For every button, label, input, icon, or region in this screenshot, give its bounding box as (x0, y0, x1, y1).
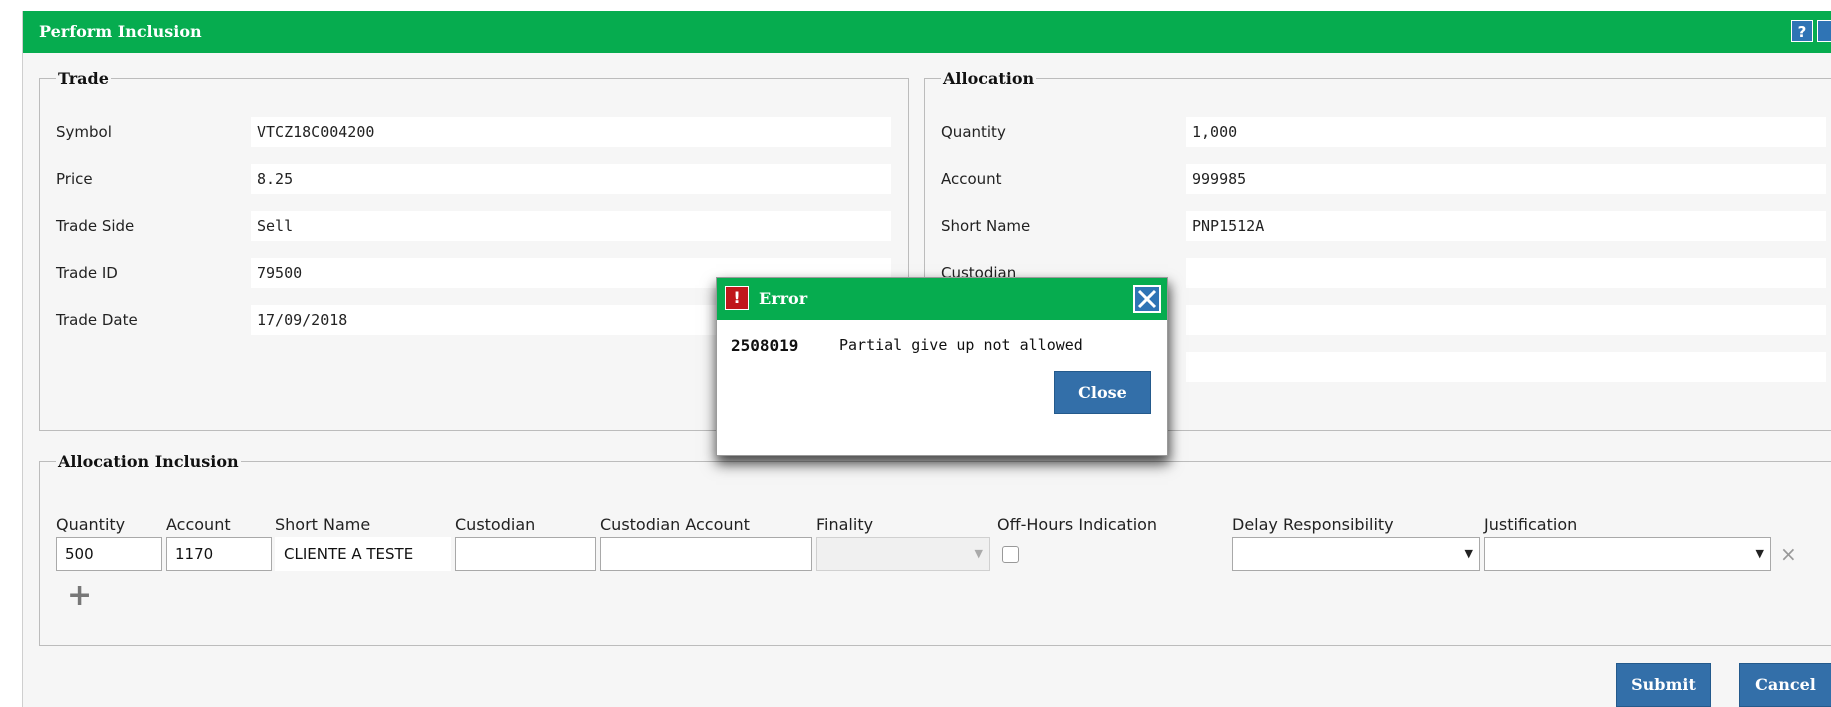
allocation-quantity-label: Quantity (941, 123, 1006, 141)
submit-button[interactable]: Submit (1616, 663, 1711, 707)
off-hours-checkbox[interactable] (1002, 546, 1019, 563)
trade-id-label: Trade ID (56, 264, 118, 282)
error-message: Partial give up not allowed (839, 336, 1083, 354)
error-dialog: ! Error 2508019 Partial give up not allo… (716, 277, 1168, 456)
plus-icon[interactable]: + (67, 581, 92, 611)
allocation-short-name-value: PNP1512A (1186, 211, 1826, 241)
col-delay-header: Delay Responsibility (1232, 515, 1394, 534)
window-close-icon[interactable] (1817, 20, 1831, 42)
quantity-input[interactable]: 500 (56, 537, 162, 571)
price-label: Price (56, 170, 93, 188)
error-close-button[interactable]: Close (1054, 371, 1151, 414)
allocation-inclusion-legend: Allocation Inclusion (58, 452, 239, 471)
col-custodian-header: Custodian (455, 515, 536, 534)
justification-select[interactable]: ▼ (1484, 537, 1771, 571)
col-account-header: Account (166, 515, 231, 534)
error-dialog-title-bar: ! Error (717, 278, 1167, 320)
error-code: 2508019 (731, 336, 799, 355)
allocation-short-name-label: Short Name (941, 217, 1031, 235)
error-icon: ! (725, 286, 749, 310)
close-icon[interactable] (1133, 285, 1161, 313)
col-short-name-header: Short Name (275, 515, 371, 534)
window-title: Perform Inclusion (39, 22, 202, 41)
allocation-account-label: Account (941, 170, 1002, 188)
col-quantity-header: Quantity (56, 515, 126, 534)
trade-side-label: Trade Side (56, 217, 135, 235)
cancel-button[interactable]: Cancel (1739, 663, 1831, 707)
short-name-value: CLIENTE A TESTE (275, 537, 451, 571)
help-icon[interactable]: ? (1791, 20, 1813, 42)
custodian-account-input[interactable] (600, 537, 812, 571)
custodian-input[interactable] (455, 537, 596, 571)
trade-legend: Trade (58, 69, 109, 88)
col-off-hours-header: Off-Hours Indication (997, 515, 1158, 534)
justification-chevron-down-icon: ▼ (1755, 547, 1764, 560)
price-value: 8.25 (251, 164, 891, 194)
allocation-row-6-value (1186, 352, 1826, 382)
window-title-bar: Perform Inclusion ? (23, 11, 1831, 53)
error-dialog-title: Error (759, 289, 808, 308)
symbol-label: Symbol (56, 123, 112, 141)
allocation-inclusion-panel: Allocation Inclusion Quantity Account Sh… (39, 452, 1831, 646)
allocation-legend: Allocation (943, 69, 1035, 88)
allocation-account-value: 999985 (1186, 164, 1826, 194)
remove-icon[interactable]: × (1780, 542, 1797, 566)
symbol-value: VTCZ18C004200 (251, 117, 891, 147)
delay-responsibility-select[interactable]: ▼ (1232, 537, 1480, 571)
trade-date-label: Trade Date (56, 311, 138, 329)
account-input[interactable]: 1170 (166, 537, 272, 571)
allocation-row-5-value (1186, 305, 1826, 335)
col-justification-header: Justification (1484, 515, 1578, 534)
col-custodian-account-header: Custodian Account (600, 515, 750, 534)
finality-select: ▼ (816, 537, 990, 571)
col-finality-header: Finality (816, 515, 874, 534)
allocation-quantity-value: 1,000 (1186, 117, 1826, 147)
trade-side-value: Sell (251, 211, 891, 241)
delay-chevron-down-icon: ▼ (1464, 547, 1473, 560)
finality-chevron-down-icon: ▼ (974, 547, 983, 560)
allocation-custodian-value (1186, 258, 1826, 288)
